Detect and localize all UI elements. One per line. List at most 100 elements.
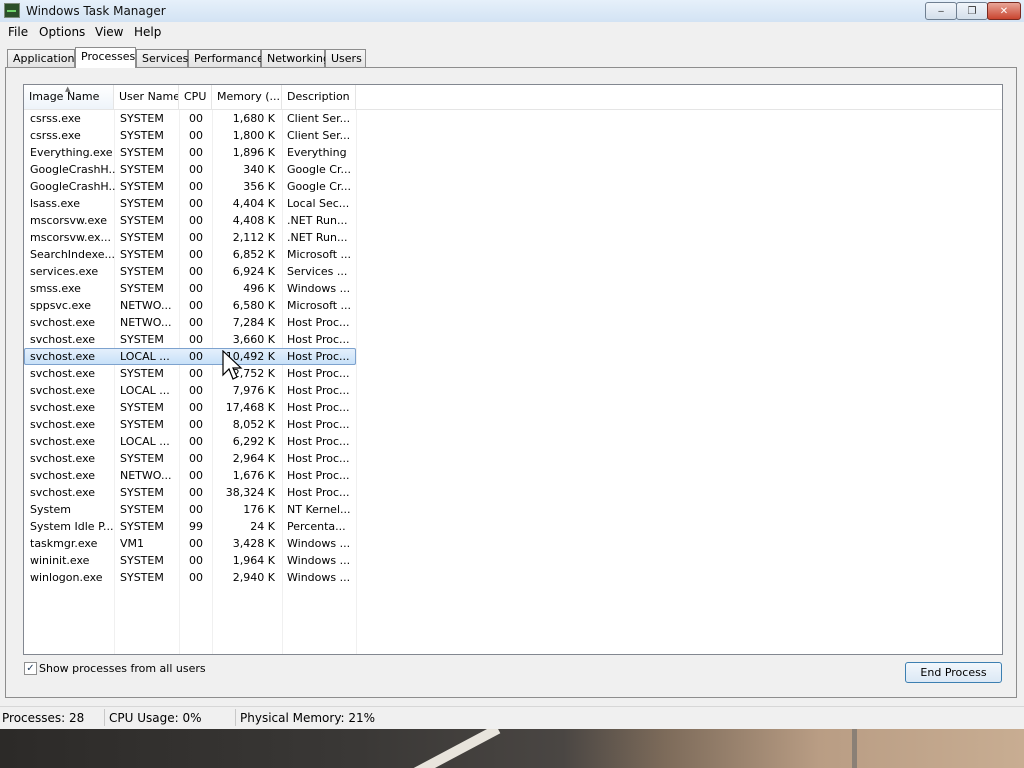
table-row[interactable]: svchost.exe SYSTEM 00 17,468 K Host Proc... bbox=[24, 399, 356, 416]
table-row[interactable]: smss.exe SYSTEM 00 496 K Windows ... bbox=[24, 280, 356, 297]
table-row[interactable]: svchost.exe NETWO... 00 7,284 K Host Proc... bbox=[24, 314, 356, 331]
process-memory: 24 K bbox=[250, 520, 275, 533]
tab-users[interactable]: Users bbox=[325, 49, 366, 67]
process-description: Host Proc... bbox=[287, 452, 350, 465]
checkmark-icon: ✓ bbox=[26, 663, 35, 674]
column-header-cpu[interactable]: CPU bbox=[179, 85, 212, 109]
end-process-button[interactable]: End Process bbox=[905, 662, 1002, 683]
close-icon: ✕ bbox=[999, 5, 1009, 17]
process-cpu: 00 bbox=[189, 265, 203, 278]
table-row[interactable]: svchost.exe LOCAL ... 00 7,976 K Host Proc..… bbox=[24, 382, 356, 399]
maximize-icon: ❐ bbox=[967, 5, 977, 17]
tab-performance[interactable]: Performance bbox=[188, 49, 264, 67]
menu-options[interactable]: Options bbox=[39, 25, 85, 39]
tab-processes[interactable]: Processes bbox=[75, 47, 136, 68]
table-row[interactable]: csrss.exe SYSTEM 00 1,680 K Client Ser... bbox=[24, 110, 356, 127]
show-all-users-checkbox[interactable]: ✓ bbox=[24, 662, 37, 675]
table-row[interactable]: svchost.exe LOCAL ... 00 6,292 K Host Proc..… bbox=[24, 433, 356, 450]
task-manager-window: Windows Task Manager ‒ ❐ ✕ File Options … bbox=[0, 0, 1024, 729]
process-cpu: 00 bbox=[189, 503, 203, 516]
menu-view[interactable]: View bbox=[95, 25, 123, 39]
process-image-name: System bbox=[30, 503, 72, 516]
process-description: Host Proc... bbox=[287, 333, 350, 346]
title-bar[interactable]: Windows Task Manager ‒ ❐ ✕ bbox=[0, 0, 1024, 22]
show-all-users-label[interactable]: Show processes from all users bbox=[39, 662, 206, 675]
table-row[interactable]: GoogleCrashH... SYSTEM 00 356 K Google Cr... bbox=[24, 178, 356, 195]
process-cpu: 00 bbox=[189, 435, 203, 448]
status-physical-memory: Physical Memory: 21% bbox=[240, 711, 376, 725]
process-cpu: 00 bbox=[189, 316, 203, 329]
process-description: Host Proc... bbox=[287, 486, 350, 499]
table-row[interactable]: svchost.exe SYSTEM 00 8,052 K Host Proc... bbox=[24, 416, 356, 433]
maximize-button[interactable]: ❐ bbox=[956, 2, 988, 20]
process-cpu: 00 bbox=[189, 537, 203, 550]
process-memory: 6,580 K bbox=[232, 299, 275, 312]
table-row[interactable]: System Idle P... SYSTEM 99 24 K Percenta... bbox=[24, 518, 356, 535]
tab-services[interactable]: Services bbox=[136, 49, 188, 67]
process-user-name: SYSTEM bbox=[120, 265, 164, 278]
process-memory: 2,940 K bbox=[232, 571, 275, 584]
process-image-name: services.exe bbox=[30, 265, 99, 278]
table-row[interactable]: svchost.exe SYSTEM 00 38,324 K Host Proc... bbox=[24, 484, 356, 501]
table-row[interactable]: svchost.exe SYSTEM 00 3,660 K Host Proc... bbox=[24, 331, 356, 348]
column-header-label: Description bbox=[287, 90, 350, 103]
process-user-name: SYSTEM bbox=[120, 282, 164, 295]
table-row[interactable]: sppsvc.exe NETWO... 00 6,580 K Microsoft ... bbox=[24, 297, 356, 314]
tab-applications[interactable]: Applications bbox=[7, 49, 80, 67]
column-header-memory[interactable]: Memory (... bbox=[212, 85, 282, 109]
process-description: Windows ... bbox=[287, 554, 351, 567]
process-image-name: sppsvc.exe bbox=[30, 299, 91, 312]
process-description: Host Proc... bbox=[287, 367, 350, 380]
process-description: Local Sec... bbox=[287, 197, 350, 210]
table-row[interactable]: mscorsvw.exe SYSTEM 00 4,408 K .NET Run... bbox=[24, 212, 356, 229]
process-description: Windows ... bbox=[287, 537, 351, 550]
column-header-description[interactable]: Description bbox=[282, 85, 356, 109]
process-memory: 1,680 K bbox=[232, 112, 275, 125]
table-row[interactable]: wininit.exe SYSTEM 00 1,964 K Windows ... bbox=[24, 552, 356, 569]
table-row[interactable]: SearchIndexe... SYSTEM 00 6,852 K Microsoft … bbox=[24, 246, 356, 263]
task-manager-icon[interactable] bbox=[4, 3, 20, 18]
process-description: Host Proc... bbox=[287, 469, 350, 482]
table-row[interactable]: svchost.exe SYSTEM 00 2,964 K Host Proc... bbox=[24, 450, 356, 467]
process-cpu: 00 bbox=[189, 299, 203, 312]
process-memory: 38,324 K bbox=[225, 486, 275, 499]
process-user-name: LOCAL ... bbox=[120, 384, 170, 397]
process-image-name: GoogleCrashH... bbox=[30, 180, 115, 193]
table-row[interactable]: taskmgr.exe VM1 00 3,428 K Windows ... bbox=[24, 535, 356, 552]
table-row[interactable]: GoogleCrashH... SYSTEM 00 340 K Google Cr... bbox=[24, 161, 356, 178]
process-description: Microsoft ... bbox=[287, 248, 352, 261]
tab-networking[interactable]: Networking bbox=[261, 49, 330, 67]
table-row[interactable]: services.exe SYSTEM 00 6,924 K Services ... bbox=[24, 263, 356, 280]
table-row[interactable]: svchost.exe LOCAL ... 00 10,492 K Host Proc.… bbox=[24, 348, 356, 365]
process-cpu: 99 bbox=[189, 520, 203, 533]
close-button[interactable]: ✕ bbox=[987, 2, 1021, 20]
process-cpu: 00 bbox=[189, 163, 203, 176]
menu-file[interactable]: File bbox=[8, 25, 28, 39]
process-user-name: SYSTEM bbox=[120, 554, 164, 567]
process-cpu: 00 bbox=[189, 401, 203, 414]
table-row[interactable]: mscorsvw.ex... SYSTEM 00 2,112 K .NET Run... bbox=[24, 229, 356, 246]
minimize-button[interactable]: ‒ bbox=[925, 2, 957, 20]
status-bar: Processes: 28 CPU Usage: 0% Physical Mem… bbox=[0, 706, 1024, 729]
process-list[interactable]: ▲ Image Name User Name CPU Memory (... D… bbox=[23, 84, 1003, 655]
table-row[interactable]: Everything.exe SYSTEM 00 1,896 K Everything bbox=[24, 144, 356, 161]
desktop-wallpaper bbox=[0, 727, 1024, 768]
table-row[interactable]: lsass.exe SYSTEM 00 4,404 K Local Sec... bbox=[24, 195, 356, 212]
table-row[interactable]: svchost.exe SYSTEM 00 2,752 K Host Proc... bbox=[24, 365, 356, 382]
column-header-image-name[interactable]: ▲ Image Name bbox=[24, 85, 114, 109]
process-memory: 2,112 K bbox=[232, 231, 275, 244]
table-row[interactable]: csrss.exe SYSTEM 00 1,800 K Client Ser... bbox=[24, 127, 356, 144]
process-memory: 1,896 K bbox=[232, 146, 275, 159]
process-description: Client Ser... bbox=[287, 129, 351, 142]
process-description: Google Cr... bbox=[287, 163, 351, 176]
table-row[interactable]: System SYSTEM 00 176 K NT Kernel... bbox=[24, 501, 356, 518]
process-image-name: svchost.exe bbox=[30, 469, 96, 482]
menu-help[interactable]: Help bbox=[134, 25, 161, 39]
column-header-user-name[interactable]: User Name bbox=[114, 85, 179, 109]
process-cpu: 00 bbox=[189, 231, 203, 244]
process-user-name: SYSTEM bbox=[120, 367, 164, 380]
process-cpu: 00 bbox=[189, 452, 203, 465]
process-image-name: svchost.exe bbox=[30, 384, 96, 397]
table-row[interactable]: winlogon.exe SYSTEM 00 2,940 K Windows ... bbox=[24, 569, 356, 586]
table-row[interactable]: svchost.exe NETWO... 00 1,676 K Host Proc... bbox=[24, 467, 356, 484]
